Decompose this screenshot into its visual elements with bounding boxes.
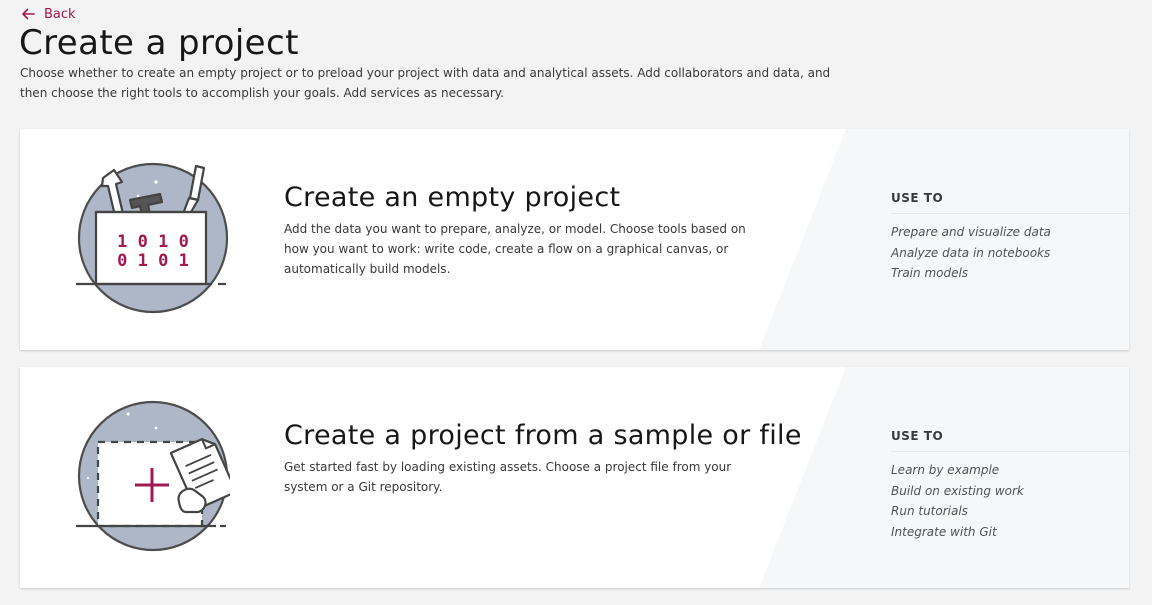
back-link[interactable]: Back (20, 5, 76, 23)
use-to-heading: USE TO (891, 425, 1129, 452)
use-to-item: Analyze data in notebooks (891, 245, 1051, 260)
binary-row-1: 1 0 1 0 (117, 232, 189, 252)
arrow-left-icon (20, 6, 36, 22)
binary-row-2: 0 1 0 1 (117, 251, 189, 271)
use-to-list: Prepare and visualize data Analyze data … (891, 222, 1129, 284)
use-to-item: Build on existing work (891, 483, 1024, 498)
use-to-section: USE TO Learn by example Build on existin… (891, 425, 1129, 542)
sample-project-description: Get started fast by loading existing ass… (284, 460, 732, 494)
file-upload-icon (76, 398, 230, 554)
use-to-item: Integrate with Git (891, 524, 997, 539)
use-to-item: Train models (891, 266, 969, 280)
empty-project-card[interactable]: 1 0 1 0 0 1 0 1 Create an empty project … (20, 129, 1129, 350)
create-project-page: Back Create a project Choose whether to … (0, 0, 1152, 605)
page-description: Choose whether to create an empty projec… (20, 66, 831, 100)
use-to-item: Prepare and visualize data (891, 225, 1051, 239)
back-label: Back (44, 6, 76, 22)
sample-project-title: Create a project from a sample or file (284, 420, 802, 451)
empty-project-description: Add the data you want to prepare, analyz… (284, 222, 746, 276)
use-to-list: Learn by example Build on existing work … (891, 460, 1129, 542)
use-to-section: USE TO Prepare and visualize data Analyz… (891, 187, 1129, 284)
use-to-item: Learn by example (891, 463, 1000, 477)
use-to-item: Run tutorials (891, 504, 968, 518)
use-to-heading: USE TO (891, 187, 1129, 214)
sample-project-card[interactable]: Create a project from a sample or file G… (20, 367, 1129, 588)
page-title: Create a project (19, 23, 299, 63)
empty-project-title: Create an empty project (284, 182, 621, 213)
toolbox-icon: 1 0 1 0 0 1 0 1 (76, 160, 230, 316)
